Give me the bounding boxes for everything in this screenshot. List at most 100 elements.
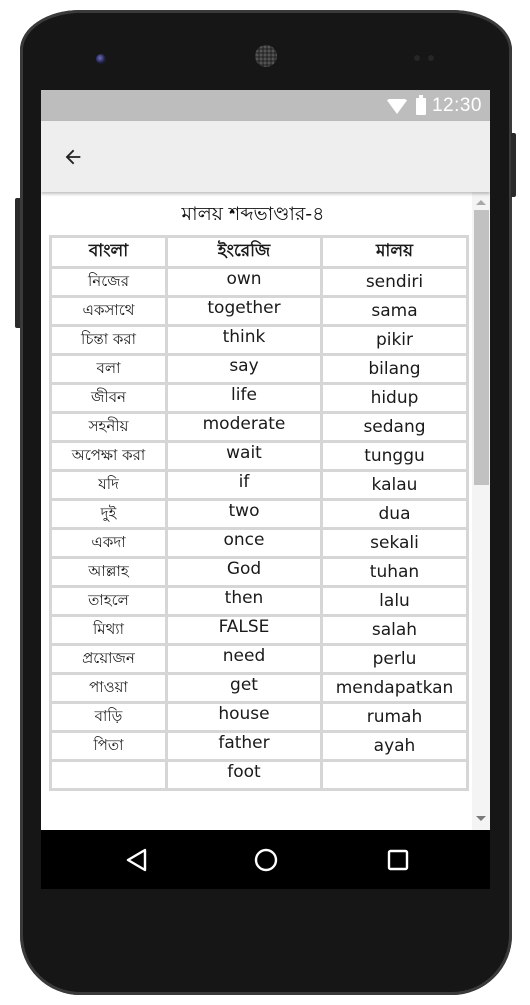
recents-square-icon [387, 849, 409, 871]
cell-english: two [165, 498, 323, 530]
cell-english: God [165, 556, 323, 588]
wifi-icon [385, 98, 408, 114]
cell-english: house [165, 701, 323, 733]
table-row: foot [49, 759, 469, 791]
cell-malay [320, 759, 469, 791]
cell-english: moderate [165, 411, 323, 443]
status-icons: 12:30 [385, 94, 482, 118]
status-time: 12:30 [431, 95, 482, 116]
cell-english: say [165, 353, 323, 385]
scroll-up-arrow-icon[interactable] [476, 200, 486, 205]
cell-english: foot [165, 759, 323, 791]
cell-malay: perlu [320, 643, 469, 675]
battery-icon [415, 94, 426, 115]
volume-button [15, 198, 20, 328]
table-row: আল্লাহ God tuhan [49, 556, 469, 588]
cell-english: once [165, 527, 323, 559]
column-header-english: ইংরেজি [165, 235, 323, 269]
navigation-bar [41, 830, 490, 889]
cell-english: together [165, 295, 323, 327]
nav-home-button[interactable] [248, 842, 284, 878]
table-row: পিতা father ayah [49, 730, 469, 762]
light-sensor [428, 55, 434, 61]
cell-malay: sama [320, 295, 469, 327]
table-row: মিথ্যা FALSE salah [49, 614, 469, 646]
cell-malay: dua [320, 498, 469, 530]
cell-bangla: একদা [49, 527, 168, 559]
cell-malay: salah [320, 614, 469, 646]
cell-malay: hidup [320, 382, 469, 414]
table-header-row: বাংলা ইংরেজি মালয় [49, 235, 469, 269]
cell-bangla: বাড়ি [49, 701, 168, 733]
cell-bangla: অপেক্ষা করা [49, 440, 168, 472]
cell-malay: bilang [320, 353, 469, 385]
scroll-down-arrow-icon[interactable] [476, 816, 486, 821]
cell-malay: tuhan [320, 556, 469, 588]
cell-bangla [49, 759, 168, 791]
cell-bangla: তাহলে [49, 585, 168, 617]
cell-english: FALSE [165, 614, 323, 646]
nav-back-button[interactable] [119, 842, 155, 878]
cell-bangla: দুই [49, 498, 168, 530]
cell-malay: tunggu [320, 440, 469, 472]
table-row: একদা once sekali [49, 527, 469, 559]
cell-malay: mendapatkan [320, 672, 469, 704]
cell-malay: kalau [320, 469, 469, 501]
cell-bangla: বলা [49, 353, 168, 385]
cell-bangla: পাওয়া [49, 672, 168, 704]
scrollbar[interactable] [472, 192, 490, 830]
scrollbar-thumb[interactable] [474, 210, 489, 485]
cell-english: wait [165, 440, 323, 472]
cell-english: own [165, 266, 323, 298]
table-row: তাহলে then lalu [49, 585, 469, 617]
device-screen: 12:30 মালয় শব্দভাণ্ডার-৪ বাংলা ইংরেজি ম… [41, 90, 490, 889]
table-row: অপেক্ষা করা wait tunggu [49, 440, 469, 472]
cell-malay: lalu [320, 585, 469, 617]
column-header-malay: মালয় [320, 235, 469, 269]
page-title: মালয় শব্দভাণ্ডার-৪ [181, 203, 325, 225]
cell-bangla: জীবন [49, 382, 168, 414]
cell-malay: rumah [320, 701, 469, 733]
cell-english: think [165, 324, 323, 356]
home-circle-icon [254, 848, 278, 872]
cell-english: father [165, 730, 323, 762]
cell-bangla: চিন্তা করা [49, 324, 168, 356]
cell-english: then [165, 585, 323, 617]
app-bar [41, 121, 490, 192]
table-row: সহনীয় moderate sedang [49, 411, 469, 443]
cell-english: get [165, 672, 323, 704]
table-row: বলা say bilang [49, 353, 469, 385]
cell-bangla: যদি [49, 469, 168, 501]
column-header-bangla: বাংলা [49, 235, 168, 269]
cell-english: if [165, 469, 323, 501]
cell-malay: sedang [320, 411, 469, 443]
back-triangle-icon [126, 848, 147, 872]
nav-recents-button[interactable] [380, 842, 416, 878]
cell-bangla: প্রয়োজন [49, 643, 168, 675]
cell-malay: sendiri [320, 266, 469, 298]
cell-bangla: সহনীয় [49, 411, 168, 443]
table-row: নিজের own sendiri [49, 266, 469, 298]
earpiece-speaker [255, 45, 277, 67]
front-camera [96, 54, 106, 64]
table-row: বাড়ি house rumah [49, 701, 469, 733]
cell-english: need [165, 643, 323, 675]
status-bar: 12:30 [41, 90, 490, 121]
cell-bangla: নিজের [49, 266, 168, 298]
table-row: প্রয়োজন need perlu [49, 643, 469, 675]
cell-malay: ayah [320, 730, 469, 762]
table-row: চিন্তা করা think pikir [49, 324, 469, 356]
cell-malay: pikir [320, 324, 469, 356]
cell-malay: sekali [320, 527, 469, 559]
back-button[interactable] [57, 141, 89, 173]
cell-bangla: পিতা [49, 730, 168, 762]
arrow-left-icon [65, 149, 81, 165]
proximity-sensor [414, 55, 420, 61]
power-button [511, 133, 516, 197]
table-row: একসাথে together sama [49, 295, 469, 327]
table-row: জীবন life hidup [49, 382, 469, 414]
cell-bangla: মিথ্যা [49, 614, 168, 646]
cell-bangla: আল্লাহ [49, 556, 168, 588]
content-area[interactable]: মালয় শব্দভাণ্ডার-৪ বাংলা ইংরেজি মালয় ন… [41, 192, 490, 830]
table-row: যদি if kalau [49, 469, 469, 501]
